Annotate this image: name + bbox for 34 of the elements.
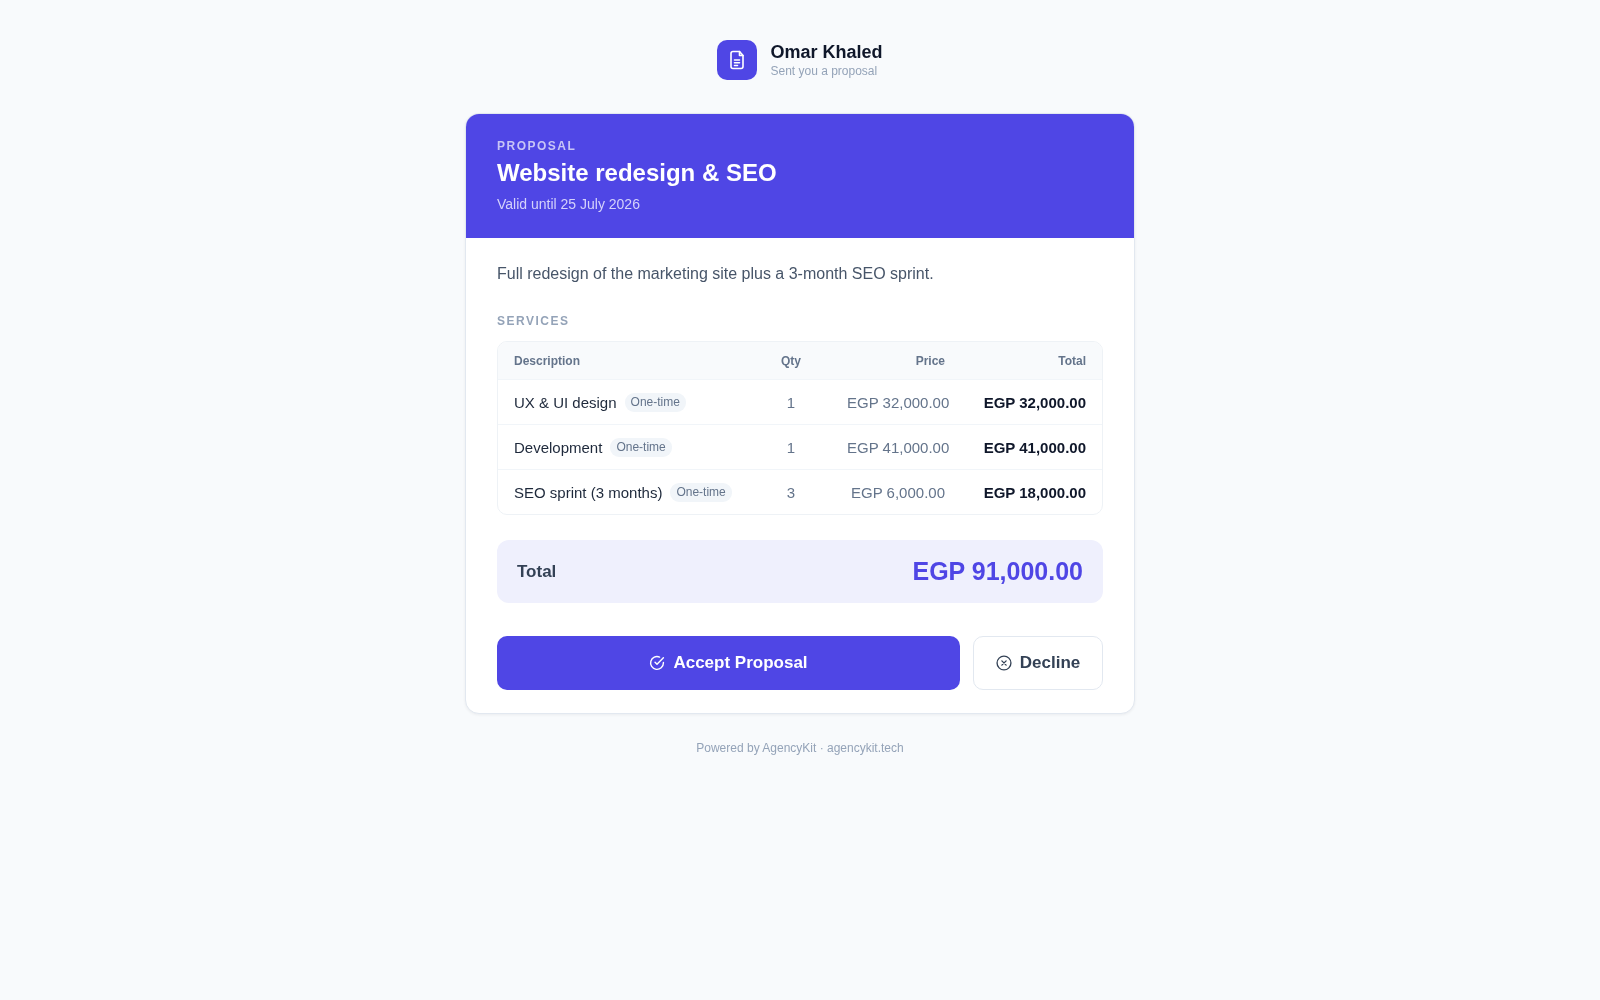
line-total-cell-text: EGP 18,000.00 — [982, 483, 1087, 501]
valid-until-text: Valid until 25 July 2026 — [497, 195, 641, 214]
total-amount: EGP 91,000.00 — [912, 557, 1083, 586]
proposal-label: PROPOSAL — [497, 138, 578, 154]
check-circle-icon — [649, 655, 666, 671]
proposal-title: Website redesign & SEO — [497, 158, 778, 188]
qty-cell-text: 1 — [785, 393, 797, 411]
decline-button[interactable]: Decline — [973, 636, 1103, 690]
line-total-cell-text: EGP 32,000.00 — [982, 393, 1087, 411]
service-name: UX & UI design — [514, 393, 617, 411]
line-total-cell-text: EGP 41,000.00 — [982, 438, 1087, 456]
column-header: Total — [1057, 353, 1087, 368]
proposal-description: Full redesign of the marketing site plus a 3-month SEO sprint. — [497, 264, 935, 284]
service-name: Development — [514, 438, 603, 456]
column-header: Description — [513, 353, 581, 368]
billing-tag: One-time — [610, 437, 672, 457]
footer-text: Powered by AgencyKit · agencykit.tech — [696, 740, 904, 756]
x-circle-icon — [995, 655, 1012, 671]
price-cell-text: EGP 6,000.00 — [850, 483, 946, 501]
billing-tag: One-time — [670, 482, 732, 502]
services-heading: SERVICES — [497, 313, 571, 329]
total-label: Total — [517, 561, 557, 582]
sender-name: Omar Khaled — [770, 41, 883, 63]
column-header: Qty — [780, 353, 802, 368]
document-icon — [717, 40, 758, 80]
qty-cell-text: 1 — [785, 438, 797, 456]
price-cell-text: EGP 32,000.00 — [846, 393, 951, 411]
billing-tag: One-time — [624, 392, 686, 412]
qty-cell-text: 3 — [785, 483, 797, 501]
service-name: SEO sprint (3 months) — [514, 483, 663, 501]
price-cell-text: EGP 41,000.00 — [846, 438, 951, 456]
sender-subtitle: Sent you a proposal — [770, 63, 879, 79]
column-header: Price — [914, 353, 946, 368]
accept-button[interactable]: Accept Proposal — [497, 636, 960, 690]
